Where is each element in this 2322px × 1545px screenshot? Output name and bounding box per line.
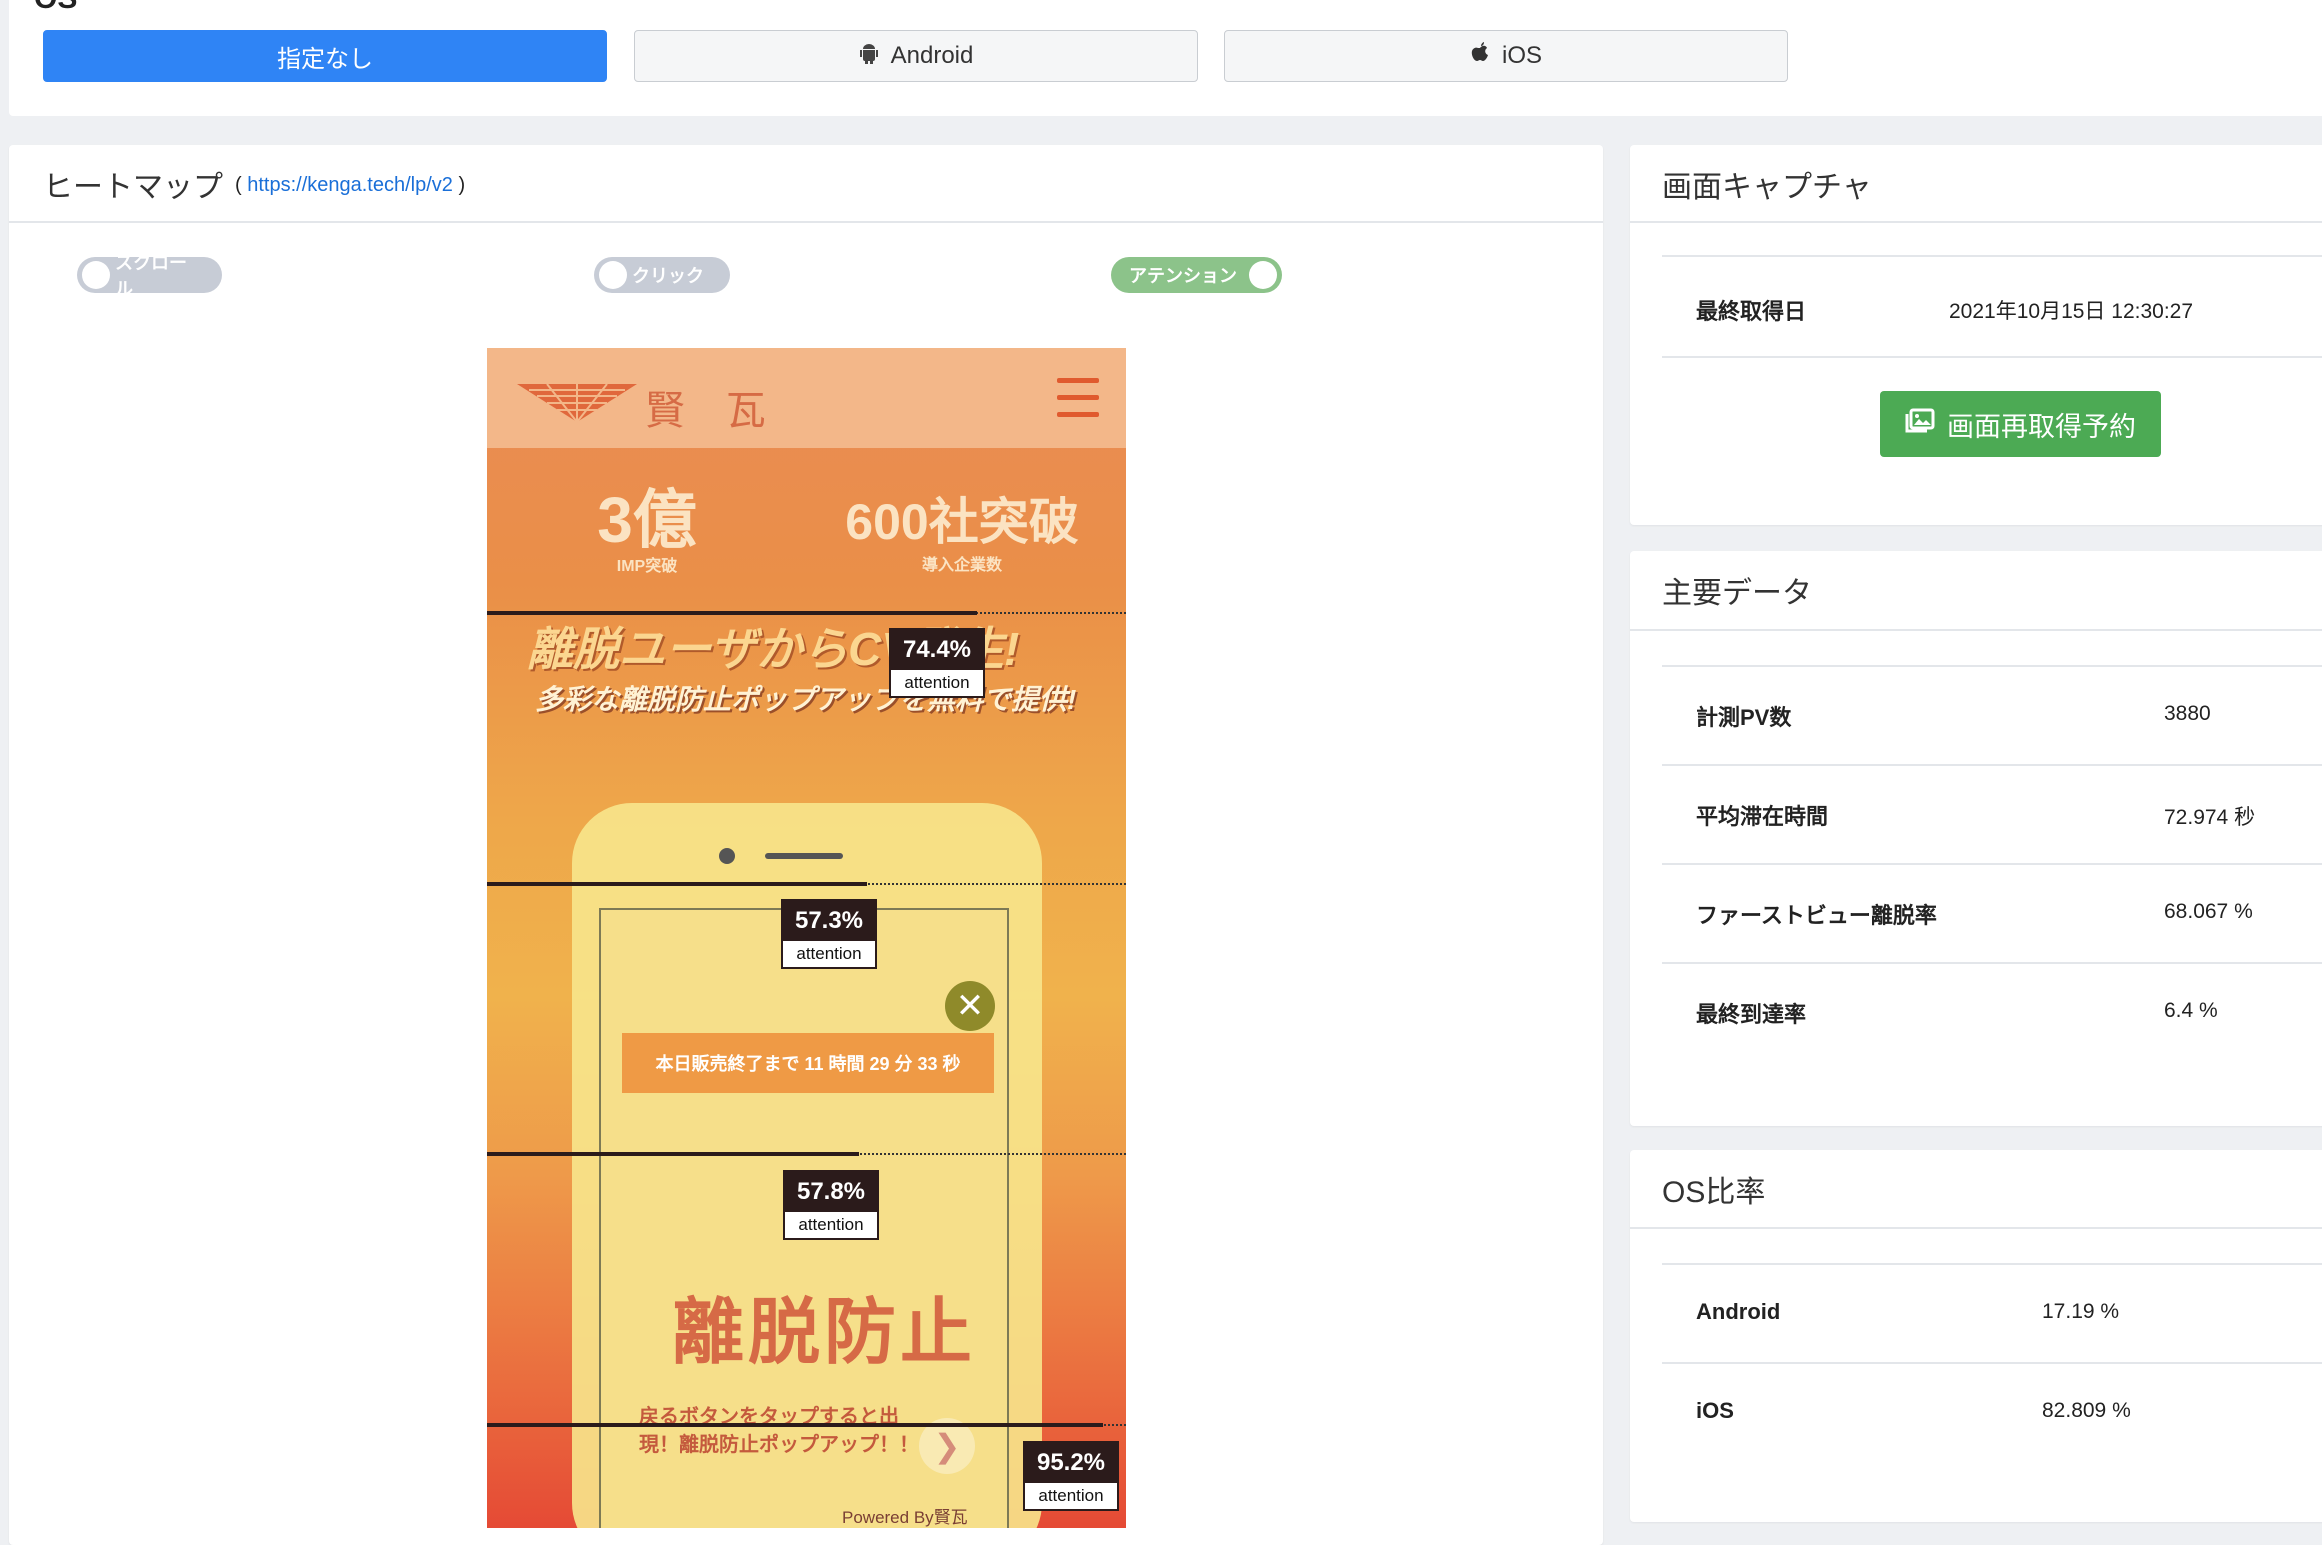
- heatmap-header-divider: [9, 221, 1603, 223]
- attention-marker: 95.2% attention: [1023, 1441, 1119, 1511]
- os-ratio-header-divider: [1630, 1227, 2322, 1229]
- avg-stay-label: 平均滞在時間: [1696, 804, 1829, 829]
- capture-row-divider: [1662, 255, 2322, 257]
- heatmap-title: ヒートマップ: [43, 171, 223, 204]
- attention-marker: 74.4% attention: [889, 628, 985, 698]
- attention-percent: 57.8%: [785, 1172, 877, 1212]
- toggle-knob: [1249, 261, 1277, 289]
- capture-title: 画面キャプチャ: [1662, 171, 1872, 204]
- phone-speaker: [765, 853, 843, 859]
- popup-body: 戻るボタンをタップすると出現！離脱防止ポップアップ！！: [639, 1406, 919, 1456]
- phone-camera: [719, 848, 735, 864]
- attention-label: attention: [798, 1215, 864, 1234]
- image-icon: [1905, 408, 1935, 441]
- popup-title: 離脱防止: [672, 1293, 977, 1373]
- award-imp-caption: IMP突破: [616, 558, 678, 575]
- toggle-attention[interactable]: アテンション: [1111, 257, 1282, 293]
- attention-label: attention: [904, 673, 970, 692]
- main-data-row-divider: [1662, 764, 2322, 766]
- toggle-attention-label: アテンション: [1129, 266, 1237, 286]
- attention-marker: 57.8% attention: [783, 1170, 879, 1240]
- attention-bar: [487, 882, 867, 886]
- attention-label: attention: [1038, 1486, 1104, 1505]
- attention-percent: 74.4%: [891, 630, 983, 670]
- toggle-click-label: クリック: [632, 266, 704, 286]
- avg-stay-value: 72.974 秒: [2164, 806, 2256, 829]
- popup-timer: 本日販売終了まで 11 時間 29 分 33 秒: [622, 1033, 994, 1093]
- capture-header-divider: [1630, 221, 2322, 223]
- attention-bar: [487, 1423, 1103, 1427]
- os-ratio-title: OS比率: [1662, 1176, 1766, 1209]
- android-icon: [859, 42, 879, 71]
- os-filter-ios-button[interactable]: iOS: [1224, 30, 1788, 82]
- popup-powered-by: Powered By賢瓦: [842, 1508, 968, 1527]
- award-imp-value: 3億: [597, 484, 697, 556]
- lp-headline: 離脱ユーザからCV発生!: [527, 623, 1020, 675]
- capture-row-divider: [1662, 356, 2322, 358]
- os-filter-ios-label: iOS: [1501, 42, 1542, 69]
- attention-percent: 57.3%: [783, 901, 875, 941]
- main-data-card: [1630, 551, 2322, 1126]
- attention-percent: 95.2%: [1025, 1443, 1117, 1483]
- ios-ratio-label: iOS: [1696, 1398, 1734, 1423]
- android-ratio-label: Android: [1696, 1299, 1781, 1324]
- hamburger-menu-icon: [1057, 378, 1099, 426]
- final-reach-label: 最終到達率: [1696, 1002, 1807, 1027]
- attention-bar: [487, 1152, 859, 1156]
- ios-ratio-value: 82.809 %: [2042, 1399, 2131, 1422]
- toggle-knob: [599, 261, 627, 289]
- os-filter-all-button[interactable]: 指定なし: [43, 30, 607, 82]
- heatmap-page-capture: 賢 瓦 3億 IMP突破 600社突破 導入企業数 離脱ユーザからCV発生! 多…: [487, 348, 1126, 1528]
- os-ratio-row-divider: [1662, 1362, 2322, 1364]
- os-filter-heading: OS: [34, 0, 77, 16]
- heatmap-url-link[interactable]: https://kenga.tech/lp/v2: [247, 174, 453, 196]
- capture-last-label: 最終取得日: [1696, 299, 1807, 324]
- lp-subheadline: 多彩な離脱防止ポップアップを無料で提供!: [535, 684, 1077, 715]
- toggle-click[interactable]: クリック: [594, 257, 730, 293]
- main-data-row-divider: [1662, 665, 2322, 667]
- award-companies: 600社突破 導入企業数: [832, 493, 1092, 575]
- main-data-row-divider: [1662, 962, 2322, 964]
- lp-logo-icon: [517, 383, 637, 423]
- lp-header: 賢 瓦: [487, 348, 1126, 448]
- recapture-button-label: 画面再取得予約: [1947, 411, 2136, 442]
- android-ratio-value: 17.19 %: [2042, 1300, 2120, 1323]
- attention-marker: 57.3% attention: [781, 899, 877, 969]
- apple-icon: [1470, 41, 1490, 71]
- first-view-exit-label: ファーストビュー離脱率: [1696, 903, 1937, 928]
- main-data-title: 主要データ: [1662, 577, 1812, 610]
- toggle-knob: [82, 261, 110, 289]
- attention-bar: [487, 611, 977, 615]
- toggle-scroll[interactable]: スクロール: [77, 253, 222, 299]
- main-data-row-divider: [1662, 863, 2322, 865]
- attention-label: attention: [796, 944, 862, 963]
- popup-close-icon: ✕: [945, 981, 995, 1031]
- award-imp: 3億 IMP突破: [537, 488, 757, 576]
- os-filter-all-label: 指定なし: [277, 45, 373, 73]
- os-filter-android-label: Android: [890, 42, 974, 69]
- os-ratio-row-divider: [1662, 1263, 2322, 1265]
- final-reach-value: 6.4 %: [2164, 999, 2218, 1022]
- first-view-exit-value: 68.067 %: [2164, 900, 2253, 923]
- recapture-button[interactable]: 画面再取得予約: [1880, 391, 2161, 457]
- toggle-scroll-label: スクロール: [115, 253, 187, 299]
- award-companies-value: 600社突破: [845, 494, 1079, 550]
- heatmap-url-wrapper: ( https://kenga.tech/lp/v2 ): [235, 174, 466, 196]
- os-filter-android-button[interactable]: Android: [634, 30, 1198, 82]
- award-companies-caption: 導入企業数: [921, 557, 1002, 574]
- pv-count-label: 計測PV数: [1696, 705, 1792, 730]
- pv-count-value: 3880: [2164, 702, 2211, 725]
- main-data-header-divider: [1630, 629, 2322, 631]
- lp-logo-text: 賢 瓦: [645, 388, 780, 434]
- capture-last-value: 2021年10月15日 12:30:27: [1949, 300, 2194, 323]
